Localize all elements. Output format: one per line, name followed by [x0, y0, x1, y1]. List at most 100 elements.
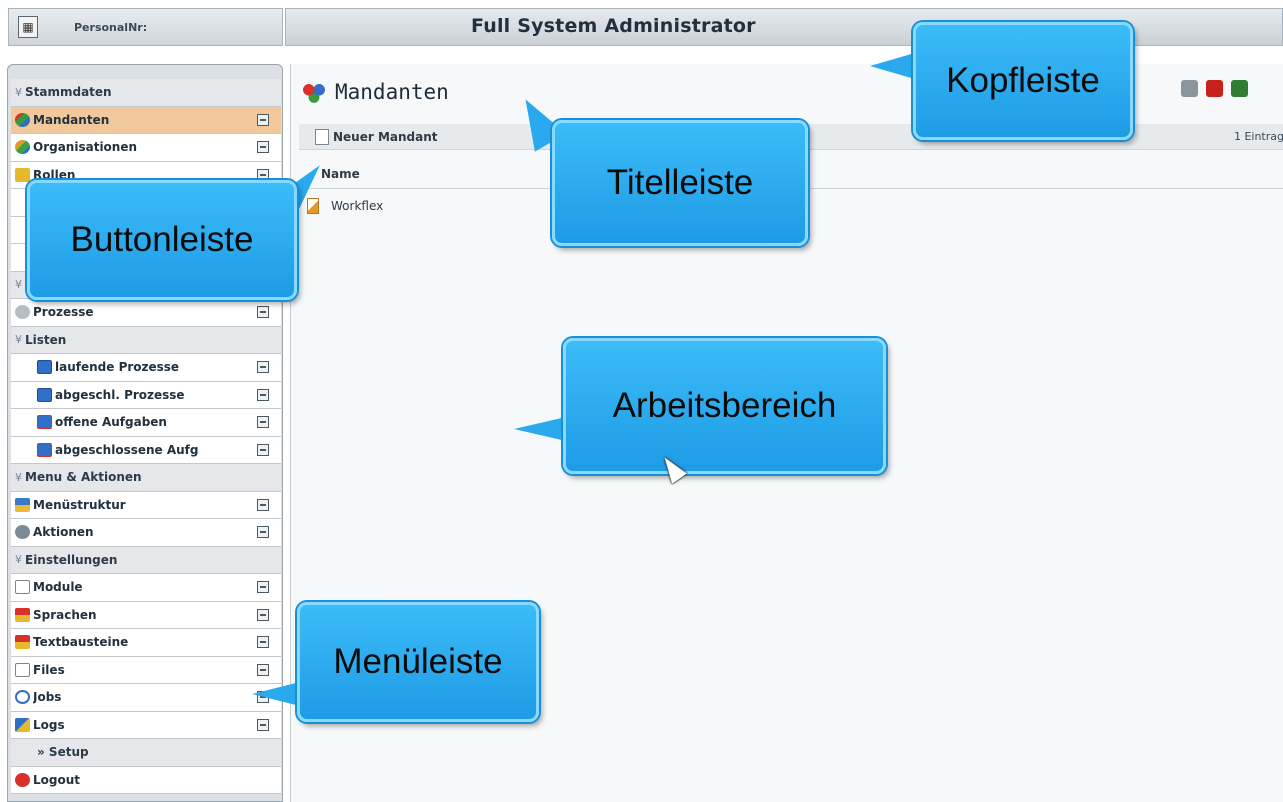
arbeitsbereich-callout-tail: [514, 417, 566, 441]
menueleiste-callout: Menüleiste: [297, 602, 539, 722]
sidebar-item[interactable]: Organisationen: [11, 134, 281, 162]
sidebar-item-label: abgeschlossene Aufg: [55, 442, 199, 457]
logout-icon: [15, 772, 30, 787]
entries-count: 1 Eintrag: [1233, 130, 1283, 143]
kopfleiste-callout: Kopfleiste: [913, 22, 1133, 140]
excel-icon[interactable]: [1231, 80, 1248, 97]
task-icon: [37, 415, 52, 430]
sidebar-item[interactable]: abgeschlossene Aufg: [11, 436, 281, 464]
sidebar-item[interactable]: Sprachen: [11, 601, 281, 629]
chevron-down-icon: ¥: [15, 333, 22, 347]
sidebar-section[interactable]: ¥ Stammdaten: [11, 79, 281, 107]
page-title-row: Mandanten: [301, 78, 449, 106]
sidebar-item-label: » Setup: [37, 745, 89, 760]
sidebar-item[interactable]: abgeschl. Prozesse: [11, 381, 281, 409]
sidebar-section[interactable]: » Setup: [11, 739, 281, 767]
clients-icon: [301, 81, 327, 103]
list-icon: [37, 387, 52, 402]
sidebar-item-label: Menüstruktur: [33, 497, 126, 512]
chevron-down-icon: ¥: [15, 553, 22, 567]
text-blocks-icon: [15, 635, 30, 650]
sidebar-item[interactable]: Menüstruktur: [11, 491, 281, 519]
sidebar-item-label: offene Aufgaben: [55, 415, 167, 430]
calculator-icon[interactable]: ▦: [18, 16, 38, 38]
sidebar-item-label: Listen: [25, 332, 67, 347]
sidebar-item[interactable]: Textbausteine: [11, 629, 281, 657]
page-title: Mandanten: [335, 80, 449, 104]
clients-icon: [15, 112, 30, 127]
roles-icon: [15, 167, 30, 182]
expand-icon[interactable]: [257, 361, 269, 373]
sidebar-item[interactable]: laufende Prozesse: [11, 354, 281, 382]
buttonleiste-callout: Buttonleiste: [27, 180, 297, 300]
new-document-icon[interactable]: [315, 128, 329, 145]
expand-icon[interactable]: [257, 443, 269, 456]
sidebar-item[interactable]: Files: [11, 656, 281, 684]
sidebar-item-label: Logs: [33, 717, 65, 732]
expand-icon[interactable]: [257, 113, 269, 126]
sidebar-item-label: Organisationen: [33, 140, 138, 155]
edit-icon[interactable]: [307, 198, 319, 214]
sidebar-item-label: Aktionen: [33, 525, 94, 540]
process-icon: [15, 305, 30, 320]
expand-icon[interactable]: [257, 498, 269, 511]
chevron-down-icon: ¥: [15, 85, 22, 99]
sidebar-section[interactable]: ¥ Menu & Aktionen: [11, 464, 281, 492]
sidebar-item[interactable]: Aktionen: [11, 519, 281, 547]
logs-icon: [15, 717, 30, 732]
sidebar-item-label: Files: [33, 662, 65, 677]
sidebar-item[interactable]: Logout: [11, 766, 281, 794]
sidebar-item-label: laufende Prozesse: [55, 360, 180, 375]
table-row[interactable]: Workflex: [307, 198, 383, 214]
expand-icon[interactable]: [257, 306, 269, 318]
sidebar-item-label: abgeschl. Prozesse: [55, 387, 185, 402]
sidebar-item-label: Module: [33, 580, 83, 595]
jobs-icon: [15, 690, 30, 705]
role-title: Full System Administrator: [471, 15, 756, 37]
sidebar-item[interactable]: Prozesse: [11, 299, 281, 327]
kopfleiste-callout-tail: [870, 52, 918, 80]
sidebar-item-label: Prozesse: [33, 305, 94, 320]
export-toolbar: [1181, 80, 1248, 97]
files-icon: [15, 662, 30, 677]
chevron-down-icon: ¥: [15, 470, 22, 484]
expand-icon[interactable]: [257, 168, 269, 181]
sidebar-item-label: Sprachen: [33, 607, 97, 622]
print-icon[interactable]: [1181, 80, 1198, 97]
titelleiste-callout: Titelleiste: [552, 120, 808, 246]
sidebar-item-label: Einstellungen: [25, 552, 118, 567]
chevron-down-icon: ¥: [15, 278, 22, 292]
sidebar-item-label: Menu & Aktionen: [25, 470, 142, 485]
expand-icon[interactable]: [257, 663, 269, 676]
expand-icon[interactable]: [257, 416, 269, 428]
sidebar-item[interactable]: Module: [11, 574, 281, 602]
expand-icon[interactable]: [257, 718, 269, 731]
sidebar-item-label: Jobs: [33, 690, 62, 705]
personal-number-label: PersonalNr:: [74, 21, 148, 34]
sidebar-section[interactable]: ¥ Einstellungen: [11, 546, 281, 574]
sidebar-item[interactable]: Jobs: [11, 684, 281, 712]
new-client-button[interactable]: Neuer Mandant: [333, 130, 438, 144]
client-name[interactable]: Workflex: [331, 199, 383, 213]
sidebar-item[interactable]: Logs: [11, 711, 281, 739]
sidebar-item[interactable]: offene Aufgaben: [11, 409, 281, 437]
task-icon: [37, 442, 52, 457]
expand-icon[interactable]: [257, 388, 269, 401]
list-icon: [37, 360, 52, 375]
expand-icon[interactable]: [257, 141, 269, 153]
sidebar-section[interactable]: ¥ Listen: [11, 326, 281, 354]
expand-icon[interactable]: [257, 636, 269, 648]
sidebar-item-label: Stammdaten: [25, 85, 112, 100]
sidebar-item-label: Textbausteine: [33, 635, 129, 650]
pdf-icon[interactable]: [1206, 80, 1223, 97]
sidebar-item-label: Logout: [33, 772, 81, 787]
menueleiste-callout-tail: [252, 682, 300, 706]
title-bar: Full System Administrator: [285, 8, 1283, 46]
menu-structure-icon: [15, 497, 30, 512]
personal-number-panel: ▦ PersonalNr:: [8, 8, 283, 46]
sidebar-item[interactable]: Mandanten: [11, 106, 281, 134]
expand-icon[interactable]: [257, 526, 269, 538]
sidebar-menu: ¥ Stammdaten Mandanten Organisationen Rollen…: [7, 64, 283, 802]
expand-icon[interactable]: [257, 608, 269, 621]
expand-icon[interactable]: [257, 581, 269, 593]
